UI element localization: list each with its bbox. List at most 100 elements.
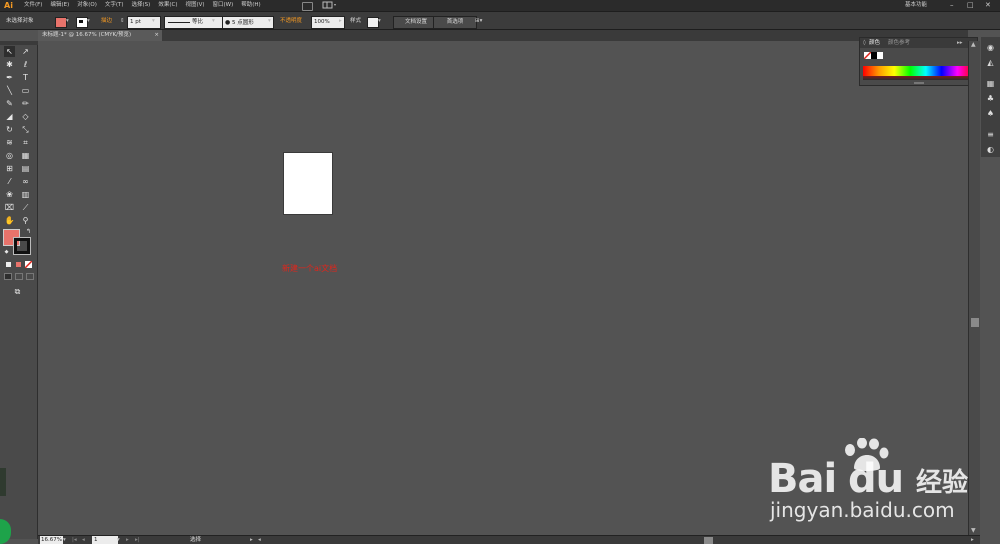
- swap-fill-stroke-icon[interactable]: ↰: [23, 226, 34, 237]
- minimize-button[interactable]: –: [950, 0, 954, 11]
- perspective-grid-tool-icon[interactable]: ▦: [20, 150, 31, 161]
- zoom-field[interactable]: 16.67%: [40, 536, 63, 544]
- brush-dropdown-icon[interactable]: ▾: [268, 16, 271, 27]
- status-menu-icon[interactable]: ▸: [250, 536, 253, 544]
- panel-resize-grip[interactable]: [914, 82, 924, 84]
- stroke-weight-dropdown-icon[interactable]: ▾: [152, 16, 155, 27]
- slice-tool-icon[interactable]: ⟋: [20, 202, 31, 213]
- pen-tool-icon[interactable]: ✒: [4, 72, 15, 83]
- close-button[interactable]: ✕: [985, 0, 991, 11]
- rectangle-tool-icon[interactable]: ▭: [20, 85, 31, 96]
- lasso-tool-icon[interactable]: ℓ: [20, 59, 31, 70]
- draw-normal-icon[interactable]: [4, 273, 12, 280]
- paintbrush-tool-icon[interactable]: ✎: [4, 98, 15, 109]
- artboard-tool-icon[interactable]: ⌧: [4, 202, 15, 213]
- next-artboard-icon[interactable]: ▸: [126, 536, 129, 544]
- stroke-weight-field[interactable]: 1 pt: [127, 16, 161, 29]
- pencil-tool-icon[interactable]: ✏: [20, 98, 31, 109]
- tools-panel-grip[interactable]: [0, 41, 38, 45]
- stroke-color-box[interactable]: [13, 237, 31, 255]
- color-mode-icon[interactable]: [6, 262, 11, 267]
- line-tool-icon[interactable]: ╲: [4, 85, 15, 96]
- menu-help[interactable]: 帮助(H): [241, 0, 260, 11]
- color-panel-icon[interactable]: ◉: [985, 43, 996, 53]
- eyedropper-tool-icon[interactable]: ⁄: [4, 176, 15, 187]
- warp-tool-icon[interactable]: ≋: [4, 137, 15, 148]
- direct-selection-tool-icon[interactable]: ↗: [20, 46, 31, 57]
- align-options-icon[interactable]: ⊞▾: [475, 16, 482, 27]
- profile-dropdown-icon[interactable]: ▾: [212, 16, 215, 27]
- arrange-documents-icon[interactable]: [322, 1, 338, 9]
- tab-color-guide[interactable]: 颜色参考: [888, 38, 910, 48]
- hand-tool-icon[interactable]: ✋: [4, 215, 15, 226]
- mesh-tool-icon[interactable]: ⊞: [4, 163, 15, 174]
- preferences-button[interactable]: 首选项: [433, 16, 477, 29]
- zoom-dropdown-icon[interactable]: ▾: [63, 536, 66, 544]
- bridge-icon[interactable]: [302, 2, 313, 11]
- brushes-icon[interactable]: ♣: [985, 94, 996, 104]
- selection-tool-icon[interactable]: ↖: [4, 46, 15, 57]
- none-swatch-icon[interactable]: [864, 52, 871, 59]
- previous-artboard-icon[interactable]: ◂: [82, 536, 85, 544]
- panel-toggle-icon[interactable]: ◊: [863, 38, 866, 48]
- document-tab[interactable]: 未标题-1* @ 16.67% (CMYK/预览) ×: [38, 30, 162, 41]
- column-graph-tool-icon[interactable]: ▥: [20, 189, 31, 200]
- workspace-switcher[interactable]: 基本功能: [905, 0, 927, 11]
- menu-file[interactable]: 文件(F): [24, 0, 42, 11]
- artboard-dropdown-icon[interactable]: ▾: [117, 536, 120, 544]
- vertical-scroll-thumb[interactable]: [971, 318, 979, 327]
- horizontal-scroll-thumb[interactable]: [704, 537, 713, 544]
- zoom-tool-icon[interactable]: ⚲: [20, 215, 31, 226]
- menu-edit[interactable]: 编辑(E): [50, 0, 69, 11]
- menu-object[interactable]: 对象(O): [77, 0, 97, 11]
- scroll-up-icon[interactable]: ▲: [971, 41, 976, 48]
- maximize-button[interactable]: □: [967, 0, 974, 11]
- stroke-label[interactable]: 描边: [101, 16, 112, 27]
- scroll-right-icon[interactable]: ▸: [971, 536, 974, 544]
- first-artboard-icon[interactable]: |◂: [72, 536, 77, 544]
- draw-inside-icon[interactable]: [26, 273, 34, 280]
- shape-builder-tool-icon[interactable]: ◎: [4, 150, 15, 161]
- style-dropdown-icon[interactable]: ▾: [378, 16, 381, 27]
- menu-type[interactable]: 文字(T): [105, 0, 124, 11]
- magic-wand-tool-icon[interactable]: ✱: [4, 59, 15, 70]
- gradient-mode-icon[interactable]: [16, 262, 21, 267]
- collapse-panel-icon[interactable]: ▸▸: [957, 38, 963, 48]
- color-guide-icon[interactable]: ◭: [985, 58, 996, 68]
- none-mode-icon[interactable]: [25, 261, 32, 268]
- color-spectrum[interactable]: [863, 66, 973, 76]
- close-tab-icon[interactable]: ×: [154, 30, 159, 41]
- type-tool-icon[interactable]: T: [20, 72, 31, 83]
- color-spectrum-shade[interactable]: [863, 76, 973, 80]
- artboard-number-field[interactable]: 1: [92, 536, 118, 544]
- symbol-sprayer-tool-icon[interactable]: ❀: [4, 189, 15, 200]
- rotate-tool-icon[interactable]: ↻: [4, 124, 15, 135]
- blob-brush-tool-icon[interactable]: ◢: [4, 111, 15, 122]
- menu-select[interactable]: 选择(S): [132, 0, 151, 11]
- transparency-icon[interactable]: ◐: [985, 145, 996, 155]
- artboard[interactable]: [283, 152, 333, 215]
- menu-window[interactable]: 窗口(W): [213, 0, 234, 11]
- scroll-down-icon[interactable]: ▼: [971, 527, 976, 534]
- opacity-label[interactable]: 不透明度: [280, 16, 302, 27]
- tab-color[interactable]: 颜色: [869, 38, 880, 48]
- free-transform-tool-icon[interactable]: ⌗: [20, 137, 31, 148]
- eraser-tool-icon[interactable]: ◇: [20, 111, 31, 122]
- stroke-dropdown-icon[interactable]: ▾: [87, 16, 90, 27]
- default-fill-stroke-icon[interactable]: ◆: [1, 247, 12, 258]
- screen-mode-icon[interactable]: ⧉: [12, 286, 23, 297]
- stroke-icon[interactable]: ≡: [985, 130, 996, 140]
- brush-definition[interactable]: ● 5 点圆形: [222, 16, 274, 29]
- symbols-icon[interactable]: ♠: [985, 109, 996, 119]
- blend-tool-icon[interactable]: ∞: [20, 176, 31, 187]
- scroll-left-icon[interactable]: ◂: [258, 536, 261, 544]
- fill-dropdown-icon[interactable]: ▾: [66, 16, 69, 27]
- scale-tool-icon[interactable]: ⤡: [20, 124, 31, 135]
- draw-behind-icon[interactable]: [15, 273, 23, 280]
- stroke-stepper-icon[interactable]: ⇕: [120, 16, 125, 27]
- last-artboard-icon[interactable]: ▸|: [135, 536, 140, 544]
- white-swatch[interactable]: [877, 52, 883, 59]
- gradient-tool-icon[interactable]: ▤: [20, 163, 31, 174]
- swatches-icon[interactable]: ▦: [985, 79, 996, 89]
- opacity-dropdown-icon[interactable]: ▸: [339, 16, 342, 27]
